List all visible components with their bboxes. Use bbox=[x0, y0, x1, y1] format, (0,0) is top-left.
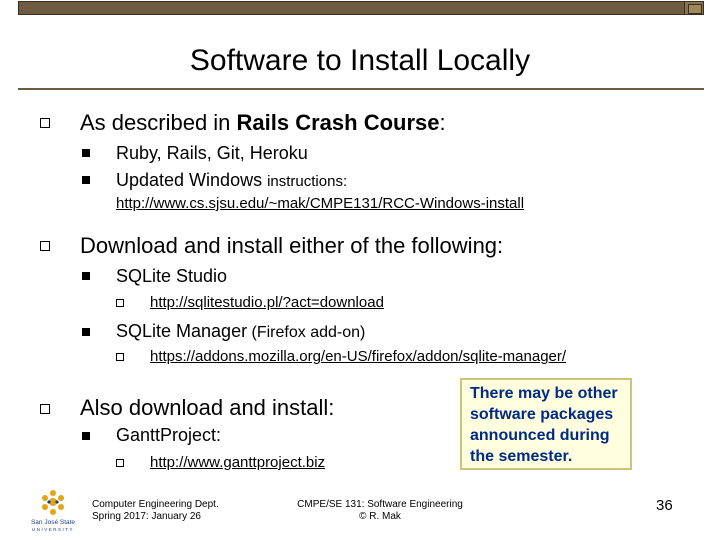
sqlitestudio-link[interactable]: http://sqlitestudio.pl/?act=download bbox=[150, 294, 384, 311]
bullet-2-text: Download and install either of the follo… bbox=[80, 233, 504, 258]
footer-author: © R. Mak bbox=[359, 511, 401, 522]
bullet-marker bbox=[40, 241, 50, 251]
sub-bullet-marker bbox=[82, 149, 90, 157]
footer-left: Computer Engineering Dept. Spring 2017: … bbox=[92, 499, 219, 523]
callout-line: There may be other bbox=[470, 385, 618, 402]
footer-center: CMPE/SE 131: Software Engineering © R. M… bbox=[296, 499, 464, 523]
sub-bullet-ruby: Ruby, Rails, Git, Heroku bbox=[116, 143, 308, 163]
bullet-1-text: As described in Rails Crash Course: bbox=[80, 110, 446, 135]
slide-title: Software to Install Locally bbox=[189, 44, 531, 77]
sub-bullet-windows: Updated Windows instructions: bbox=[116, 170, 348, 190]
bullet-marker bbox=[40, 404, 50, 414]
sub-bullet-marker bbox=[82, 328, 90, 336]
page-number: 36 bbox=[656, 497, 673, 514]
title-underline bbox=[18, 88, 704, 90]
sub-bullet-sqlite-manager: SQLite Manager (Firefox add-on) bbox=[116, 321, 366, 341]
footer-department: Computer Engineering Dept. bbox=[92, 499, 219, 510]
sqlite-manager-link[interactable]: https://addons.mozilla.org/en-US/firefox… bbox=[150, 348, 566, 365]
callout-line: the semester. bbox=[470, 448, 573, 465]
footer-course: CMPE/SE 131: Software Engineering bbox=[297, 499, 463, 510]
footer-date: Spring 2017: January 26 bbox=[92, 511, 201, 522]
sub-bullet-ganttproject: GanttProject: bbox=[116, 425, 222, 445]
svg-text:UNIVERSITY: UNIVERSITY bbox=[32, 527, 74, 532]
top-decorative-bar bbox=[18, 1, 704, 15]
callout-line: announced during bbox=[470, 427, 610, 444]
bullet-marker bbox=[40, 118, 50, 128]
ganttproject-link[interactable]: http://www.ganttproject.biz bbox=[150, 454, 325, 471]
sub-sub-bullet-marker bbox=[116, 299, 124, 307]
callout-note: There may be other software packages ann… bbox=[460, 378, 632, 470]
callout-line: software packages bbox=[470, 406, 614, 423]
sub-sub-bullet-marker bbox=[116, 459, 124, 467]
sjsu-logo: San José State UNIVERSITY bbox=[26, 488, 80, 534]
sub-bullet-sqlite-studio: SQLite Studio bbox=[116, 266, 228, 286]
bullet-3-text: Also download and install: bbox=[80, 395, 335, 420]
sub-bullet-marker bbox=[82, 272, 90, 280]
svg-text:San José State: San José State bbox=[31, 519, 75, 526]
sub-bullet-marker bbox=[82, 176, 90, 184]
top-corner-box bbox=[684, 1, 704, 15]
sub-bullet-marker bbox=[82, 432, 90, 440]
rcc-windows-install-link[interactable]: http://www.cs.sjsu.edu/~mak/CMPE131/RCC-… bbox=[116, 195, 524, 212]
sjsu-logo-icon: San José State UNIVERSITY bbox=[31, 490, 75, 532]
sub-sub-bullet-marker bbox=[116, 353, 124, 361]
rails-crash-course-label: Rails Crash Course bbox=[236, 110, 440, 135]
